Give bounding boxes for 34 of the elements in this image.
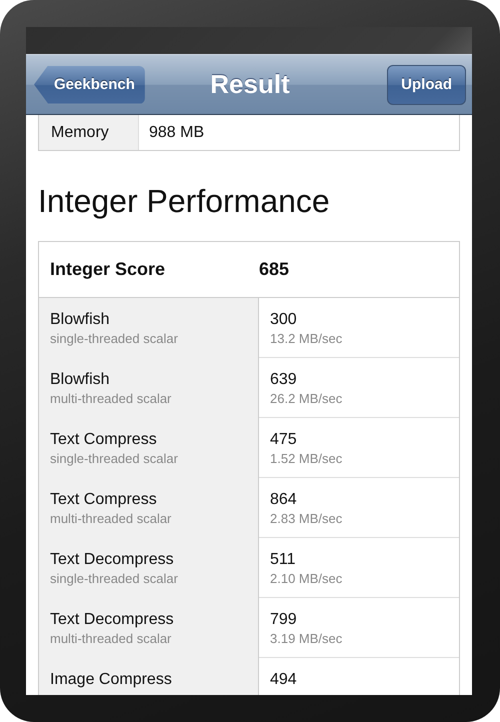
benchmark-rate: 13.2 MB/sec [270, 331, 342, 346]
benchmark-name: Text Compress [50, 491, 157, 509]
benchmark-score: 864 [270, 491, 297, 509]
benchmark-name: Blowfish [50, 311, 110, 329]
benchmark-mode: single-threaded scalar [50, 331, 178, 346]
benchmark-name: Text Decompress [50, 611, 174, 629]
benchmark-name: Text Decompress [50, 551, 174, 569]
score-label: Integer Score [49, 259, 166, 280]
benchmark-rate: 2.10 MB/sec [270, 571, 342, 586]
benchmark-name: Image Compress [50, 671, 172, 689]
benchmark-score: 300 [270, 311, 297, 329]
benchmark-score: 494 [270, 671, 297, 689]
section-title: Integer Performance [38, 183, 330, 219]
back-button[interactable]: Geekbench [34, 66, 145, 104]
upload-button[interactable]: Upload [387, 64, 466, 104]
benchmark-name: Blowfish [50, 371, 110, 389]
benchmark-mode: single-threaded scalar [50, 451, 178, 466]
info-label: Memory [39, 115, 139, 150]
benchmark-rate: 1.52 MB/sec [270, 451, 342, 466]
benchmark-mode: single-threaded scalar [50, 571, 178, 586]
benchmark-rate: 2.83 MB/sec [270, 511, 342, 526]
benchmark-mode: multi-threaded scalar [50, 631, 172, 646]
benchmark-rate: 26.2 MB/sec [270, 391, 342, 406]
total-score: 685 [259, 259, 290, 280]
benchmark-mode: multi-threaded scalar [50, 511, 172, 526]
benchmark-mode: multi-threaded scalar [50, 391, 172, 406]
info-value: 988 MB [148, 122, 206, 142]
navigation-title: Result [210, 69, 290, 100]
benchmark-score: 475 [270, 431, 297, 449]
benchmark-score: 799 [270, 611, 297, 629]
benchmark-name: Text Compress [50, 431, 157, 449]
benchmark-score: 639 [270, 371, 297, 389]
benchmark-rate: 3.19 MB/sec [270, 631, 342, 646]
benchmark-score: 511 [270, 551, 296, 569]
